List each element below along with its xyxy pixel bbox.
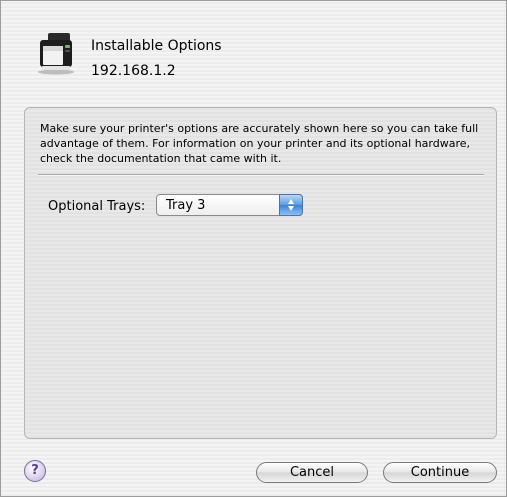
separator bbox=[38, 174, 484, 176]
optional-trays-value: Tray 3 bbox=[166, 198, 206, 213]
optional-trays-select[interactable]: Tray 3 bbox=[156, 194, 303, 216]
updown-arrows-icon[interactable] bbox=[279, 194, 303, 216]
help-button[interactable]: ? bbox=[24, 460, 46, 482]
printer-address: 192.168.1.2 bbox=[91, 63, 176, 79]
installable-options-dialog: Installable Options 192.168.1.2 Make sur… bbox=[0, 0, 507, 497]
options-description: Make sure your printer's options are acc… bbox=[40, 122, 479, 165]
options-group-box: Make sure your printer's options are acc… bbox=[24, 107, 497, 439]
cancel-button[interactable]: Cancel bbox=[256, 462, 368, 483]
optional-trays-label: Optional Trays: bbox=[48, 199, 146, 214]
printer-icon bbox=[38, 33, 74, 75]
dialog-title: Installable Options bbox=[91, 38, 222, 54]
continue-button[interactable]: Continue bbox=[383, 462, 497, 483]
